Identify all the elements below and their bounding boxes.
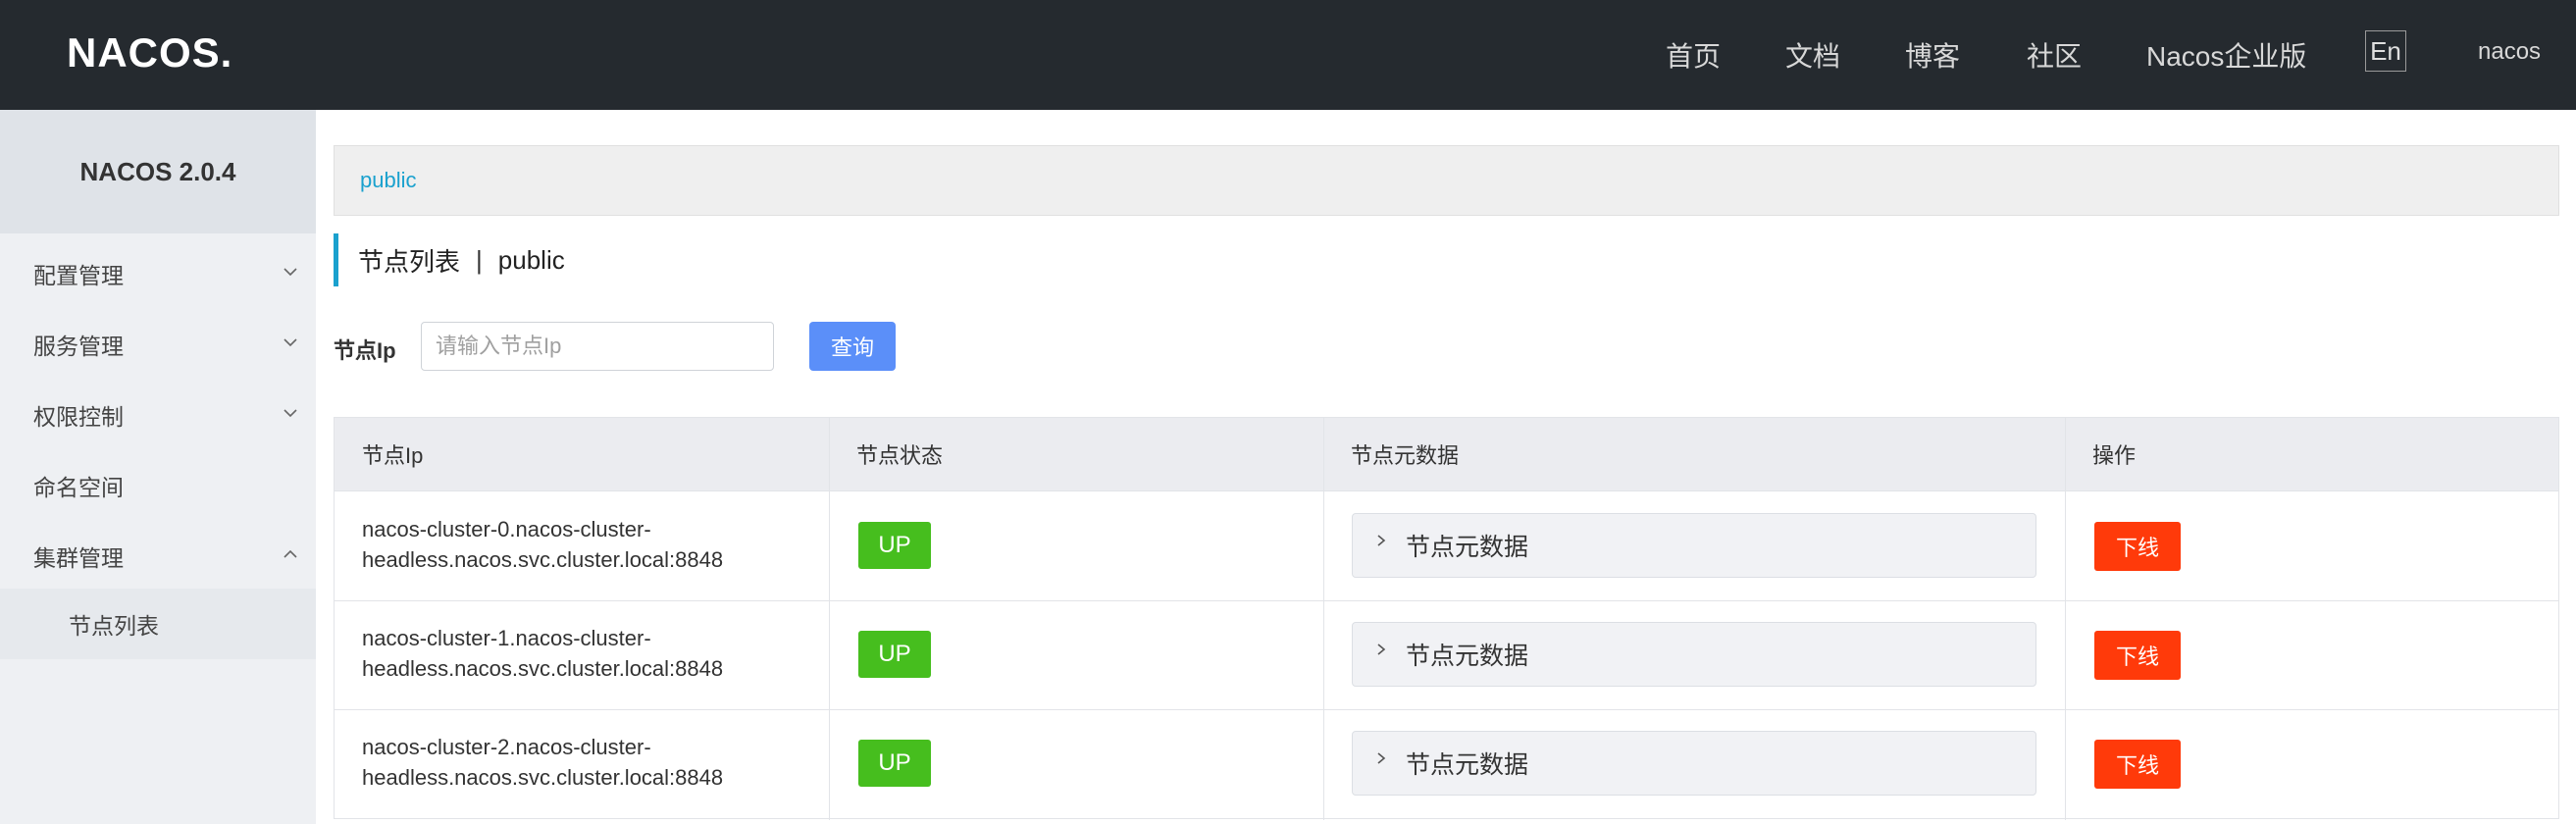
sidebar-subitem-node-list[interactable]: 节点列表 [0,589,316,659]
namespace-bar: public [334,145,2559,216]
node-ip-line: headless.nacos.svc.cluster.local:8848 [362,547,724,572]
nav-docs[interactable]: 文档 [1785,35,1840,75]
query-button[interactable]: 查询 [809,322,896,371]
node-metadata-toggle[interactable]: 节点元数据 [1352,622,2036,687]
page-title-namespace: public [497,244,565,275]
chevron-up-icon [283,544,298,565]
chevron-down-icon [283,403,298,424]
nav-blog[interactable]: 博客 [1905,35,1960,75]
language-switch-button[interactable]: En [2365,30,2406,72]
row-divider [335,709,2558,710]
offline-button[interactable]: 下线 [2094,522,2181,571]
column-header-node-ip: 节点Ip [335,418,829,491]
node-ip-line: headless.nacos.svc.cluster.local:8848 [362,765,724,790]
node-ip-cell: nacos-cluster-0.nacos-cluster- headless.… [362,514,813,575]
sidebar-item-label: 服务管理 [33,334,124,359]
sidebar-title: NACOS 2.0.4 [0,110,316,233]
sidebar-subitem-label: 节点列表 [69,613,159,639]
page-title: 节点列表 | public [334,233,565,286]
sidebar-item-service[interactable]: 服务管理 [0,309,316,380]
chevron-right-icon [1376,641,1386,661]
nav-home[interactable]: 首页 [1666,35,1721,75]
node-metadata-toggle[interactable]: 节点元数据 [1352,731,2036,796]
node-ip-line: nacos-cluster-1.nacos-cluster- [362,626,651,650]
sidebar-item-label: 集群管理 [33,545,124,571]
status-badge: UP [858,522,931,569]
top-navbar: NACOS. 首页 文档 博客 社区 Nacos企业版 En nacos [0,0,2576,110]
offline-button[interactable]: 下线 [2094,631,2181,680]
row-divider [335,600,2558,601]
node-ip-label: 节点Ip [334,338,396,363]
status-badge: UP [858,631,931,678]
chevron-down-icon [283,262,298,283]
node-ip-cell: nacos-cluster-1.nacos-cluster- headless.… [362,623,813,684]
node-ip-line: headless.nacos.svc.cluster.local:8848 [362,656,724,681]
sidebar: NACOS 2.0.4 配置管理 服务管理 权限控制 命名空间 集群管理 节点列… [0,110,316,824]
sidebar-item-cluster[interactable]: 集群管理 [0,521,316,592]
column-divider [1323,418,1324,820]
nacos-logo[interactable]: NACOS. [67,24,232,82]
nav-enterprise[interactable]: Nacos企业版 [2146,35,2306,75]
node-ip-input[interactable] [421,322,774,371]
column-header-actions: 操作 [2065,418,2558,491]
node-metadata-label: 节点元数据 [1406,751,1529,779]
offline-button[interactable]: 下线 [2094,740,2181,789]
node-metadata-toggle[interactable]: 节点元数据 [1352,513,2036,578]
column-divider [2065,418,2066,820]
page-title-text: 节点列表 [358,246,461,277]
sidebar-item-label: 权限控制 [33,404,124,430]
sidebar-item-label: 命名空间 [33,475,124,500]
title-separator: | [476,244,483,275]
user-menu[interactable]: nacos [2478,38,2541,66]
node-metadata-label: 节点元数据 [1406,643,1529,670]
sidebar-item-config[interactable]: 配置管理 [0,238,316,309]
node-metadata-label: 节点元数据 [1406,534,1529,561]
sidebar-item-permission[interactable]: 权限控制 [0,380,316,450]
status-badge: UP [858,740,931,787]
column-header-node-status: 节点状态 [829,418,1323,491]
sidebar-item-namespace[interactable]: 命名空间 [0,450,316,521]
node-table: 节点Ip 节点状态 节点元数据 操作 nacos-cluster-0.nacos… [334,417,2559,820]
node-ip-line: nacos-cluster-2.nacos-cluster- [362,735,651,759]
column-header-node-metadata: 节点元数据 [1323,418,2065,491]
chevron-down-icon [283,333,298,353]
chevron-right-icon [1376,532,1386,552]
namespace-link-public[interactable]: public [360,168,416,193]
sidebar-item-label: 配置管理 [33,263,124,288]
node-ip-cell: nacos-cluster-2.nacos-cluster- headless.… [362,732,813,793]
column-divider [829,418,830,820]
chevron-right-icon [1376,749,1386,770]
nav-community[interactable]: 社区 [2027,35,2082,75]
node-ip-line: nacos-cluster-0.nacos-cluster- [362,517,651,541]
